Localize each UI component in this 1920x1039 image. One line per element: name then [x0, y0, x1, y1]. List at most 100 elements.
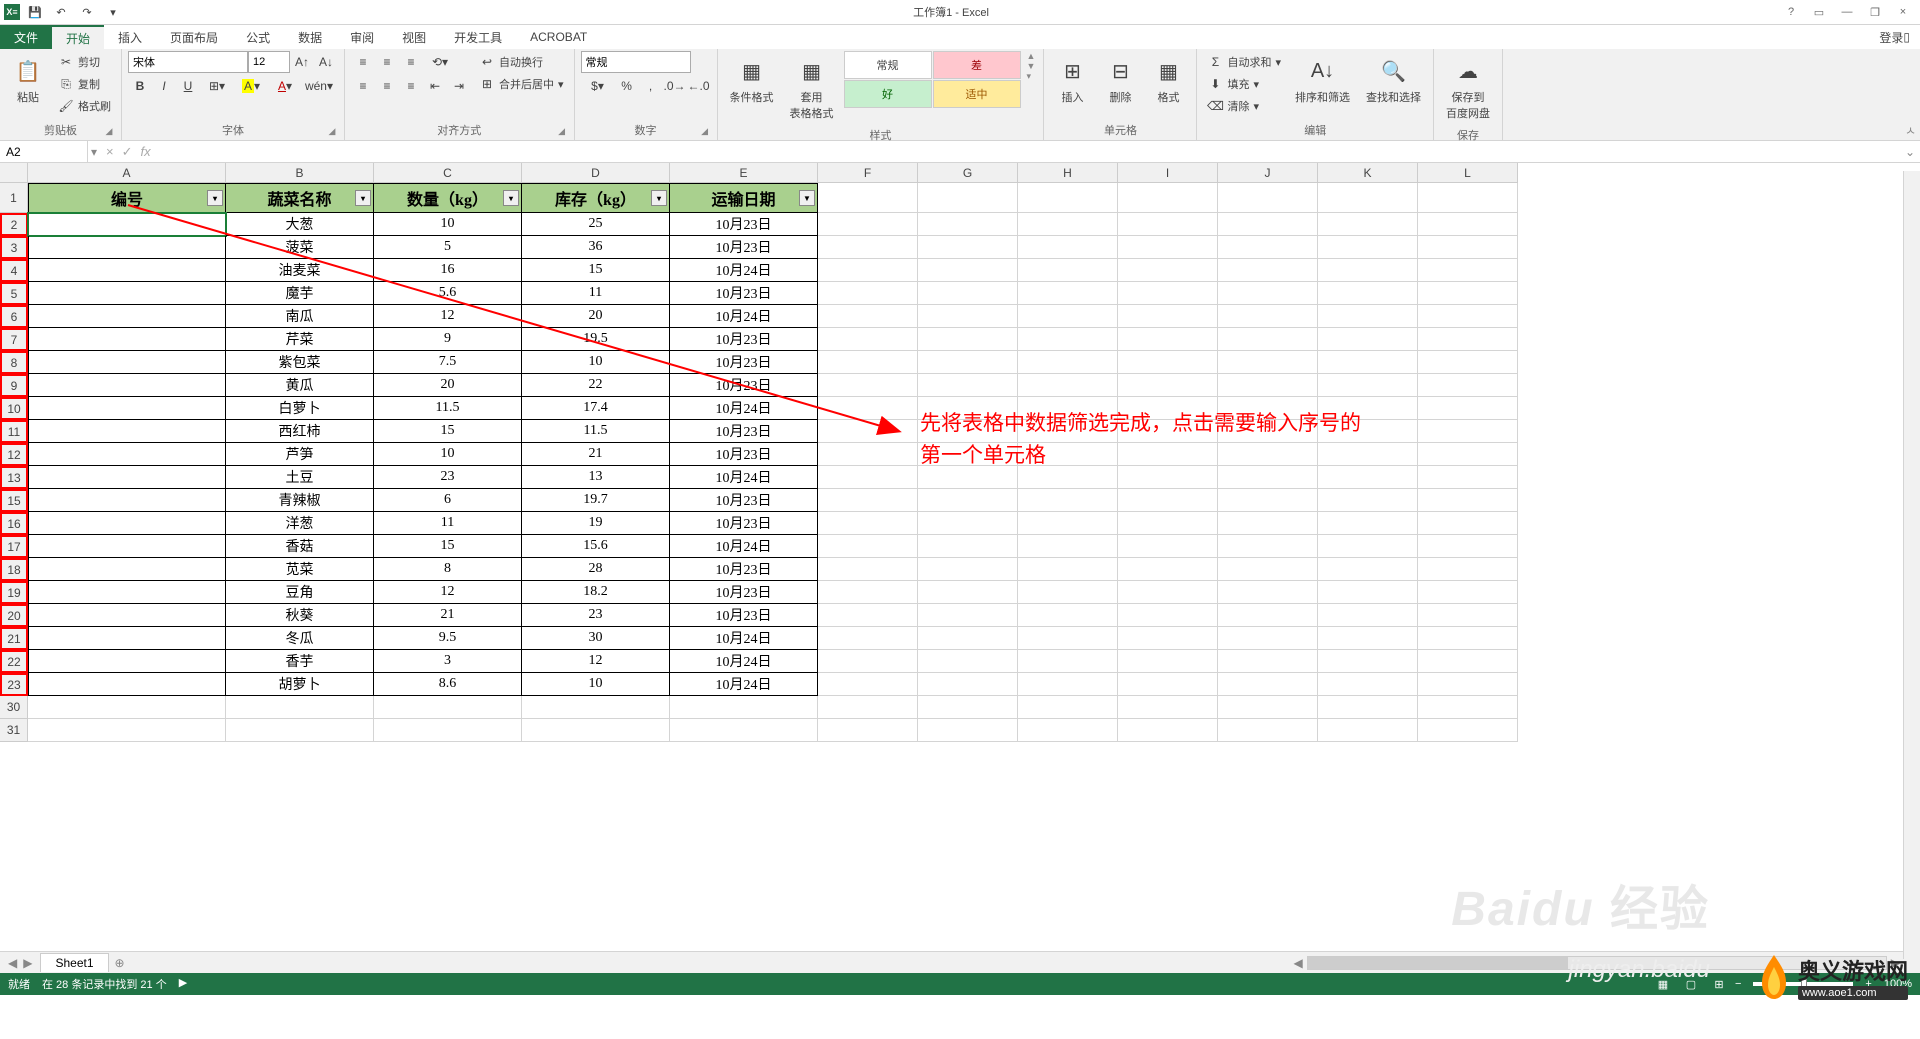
cell-H7[interactable] [1018, 328, 1118, 351]
cell-E31[interactable] [670, 719, 818, 742]
tab-home[interactable]: 开始 [52, 25, 104, 49]
cell-F6[interactable] [818, 305, 918, 328]
cell-L21[interactable] [1418, 627, 1518, 650]
cell-G18[interactable] [918, 558, 1018, 581]
decrease-decimal-icon[interactable]: ←.0 [687, 75, 711, 97]
col-header-I[interactable]: I [1118, 163, 1218, 183]
tab-data[interactable]: 数据 [284, 25, 336, 49]
cell-F13[interactable] [818, 466, 918, 489]
row-header-6[interactable]: 6 [0, 305, 28, 328]
cell-E16[interactable]: 10月23日 [670, 512, 818, 535]
cell-J4[interactable] [1218, 259, 1318, 282]
cell-A23[interactable] [28, 673, 226, 696]
cell-E5[interactable]: 10月23日 [670, 282, 818, 305]
indent-increase-icon[interactable]: ⇥ [447, 75, 471, 97]
cell-J2[interactable] [1218, 213, 1318, 236]
cell-H20[interactable] [1018, 604, 1118, 627]
cell-F7[interactable] [818, 328, 918, 351]
filter-button-E[interactable]: ▼ [799, 190, 815, 206]
horizontal-scrollbar[interactable]: ◀ ▶ [131, 956, 1920, 970]
cell-A19[interactable] [28, 581, 226, 604]
row-header-22[interactable]: 22 [0, 650, 28, 673]
cell-F2[interactable] [818, 213, 918, 236]
tab-insert[interactable]: 插入 [104, 25, 156, 49]
view-page-break-icon[interactable]: ⊞ [1707, 975, 1731, 993]
cell-H23[interactable] [1018, 673, 1118, 696]
cell-D3[interactable]: 36 [522, 236, 670, 259]
cell-D5[interactable]: 11 [522, 282, 670, 305]
row-header-8[interactable]: 8 [0, 351, 28, 374]
cell-L23[interactable] [1418, 673, 1518, 696]
cell-I1[interactable] [1118, 183, 1218, 213]
row-header-7[interactable]: 7 [0, 328, 28, 351]
row-header-21[interactable]: 21 [0, 627, 28, 650]
cell-B31[interactable] [226, 719, 374, 742]
cell-C21[interactable]: 9.5 [374, 627, 522, 650]
cell-G8[interactable] [918, 351, 1018, 374]
border-icon[interactable]: ⊞▾ [200, 75, 234, 97]
cell-D9[interactable]: 22 [522, 374, 670, 397]
row-header-16[interactable]: 16 [0, 512, 28, 535]
cell-C1[interactable]: 数量（kg）▾ [374, 183, 522, 213]
cell-B20[interactable]: 秋葵 [226, 604, 374, 627]
accounting-icon[interactable]: $▾ [581, 75, 615, 97]
cell-A17[interactable] [28, 535, 226, 558]
row-header-20[interactable]: 20 [0, 604, 28, 627]
indent-decrease-icon[interactable]: ⇤ [423, 75, 447, 97]
style-normal[interactable]: 常规 [844, 51, 932, 79]
cell-L18[interactable] [1418, 558, 1518, 581]
restore-icon[interactable]: ❐ [1862, 1, 1888, 23]
cell-E4[interactable]: 10月24日 [670, 259, 818, 282]
clipboard-launcher-icon[interactable]: ◢ [103, 126, 115, 138]
cell-F9[interactable] [818, 374, 918, 397]
cell-F12[interactable] [818, 443, 918, 466]
tab-review[interactable]: 审阅 [336, 25, 388, 49]
cell-K2[interactable] [1318, 213, 1418, 236]
cell-C4[interactable]: 16 [374, 259, 522, 282]
cell-A4[interactable] [28, 259, 226, 282]
cell-B6[interactable]: 南瓜 [226, 305, 374, 328]
cell-D4[interactable]: 15 [522, 259, 670, 282]
cell-D7[interactable]: 19.5 [522, 328, 670, 351]
filter-button-B[interactable]: ▾ [355, 190, 371, 206]
cell-I5[interactable] [1118, 282, 1218, 305]
cell-L10[interactable] [1418, 397, 1518, 420]
cell-L16[interactable] [1418, 512, 1518, 535]
cell-A6[interactable] [28, 305, 226, 328]
cell-B13[interactable]: 土豆 [226, 466, 374, 489]
cell-E23[interactable]: 10月24日 [670, 673, 818, 696]
cell-A30[interactable] [28, 696, 226, 719]
qat-save-icon[interactable]: 💾 [24, 1, 46, 23]
format-painter-button[interactable]: 🖌格式刷 [54, 95, 115, 117]
insert-cells-button[interactable]: ⊞插入 [1050, 51, 1094, 109]
cell-F1[interactable] [818, 183, 918, 213]
cell-E20[interactable]: 10月23日 [670, 604, 818, 627]
cell-C3[interactable]: 5 [374, 236, 522, 259]
cell-J1[interactable] [1218, 183, 1318, 213]
cell-E11[interactable]: 10月23日 [670, 420, 818, 443]
cell-E15[interactable]: 10月23日 [670, 489, 818, 512]
italic-icon[interactable]: I [152, 75, 176, 97]
cell-I19[interactable] [1118, 581, 1218, 604]
filter-button-C[interactable]: ▾ [503, 190, 519, 206]
cell-D21[interactable]: 30 [522, 627, 670, 650]
col-header-B[interactable]: B [226, 163, 374, 183]
cell-B10[interactable]: 白萝卜 [226, 397, 374, 420]
cell-H17[interactable] [1018, 535, 1118, 558]
underline-icon[interactable]: U [176, 75, 200, 97]
cell-H6[interactable] [1018, 305, 1118, 328]
cell-L13[interactable] [1418, 466, 1518, 489]
cell-G23[interactable] [918, 673, 1018, 696]
cell-G31[interactable] [918, 719, 1018, 742]
row-header-23[interactable]: 23 [0, 673, 28, 696]
cell-I2[interactable] [1118, 213, 1218, 236]
cell-A5[interactable] [28, 282, 226, 305]
sort-filter-button[interactable]: A↓排序和筛选 [1289, 51, 1356, 109]
cell-B17[interactable]: 香菇 [226, 535, 374, 558]
row-header-30[interactable]: 30 [0, 696, 28, 719]
cell-I23[interactable] [1118, 673, 1218, 696]
cell-L4[interactable] [1418, 259, 1518, 282]
cell-B12[interactable]: 芦笋 [226, 443, 374, 466]
cell-F21[interactable] [818, 627, 918, 650]
cell-E22[interactable]: 10月24日 [670, 650, 818, 673]
